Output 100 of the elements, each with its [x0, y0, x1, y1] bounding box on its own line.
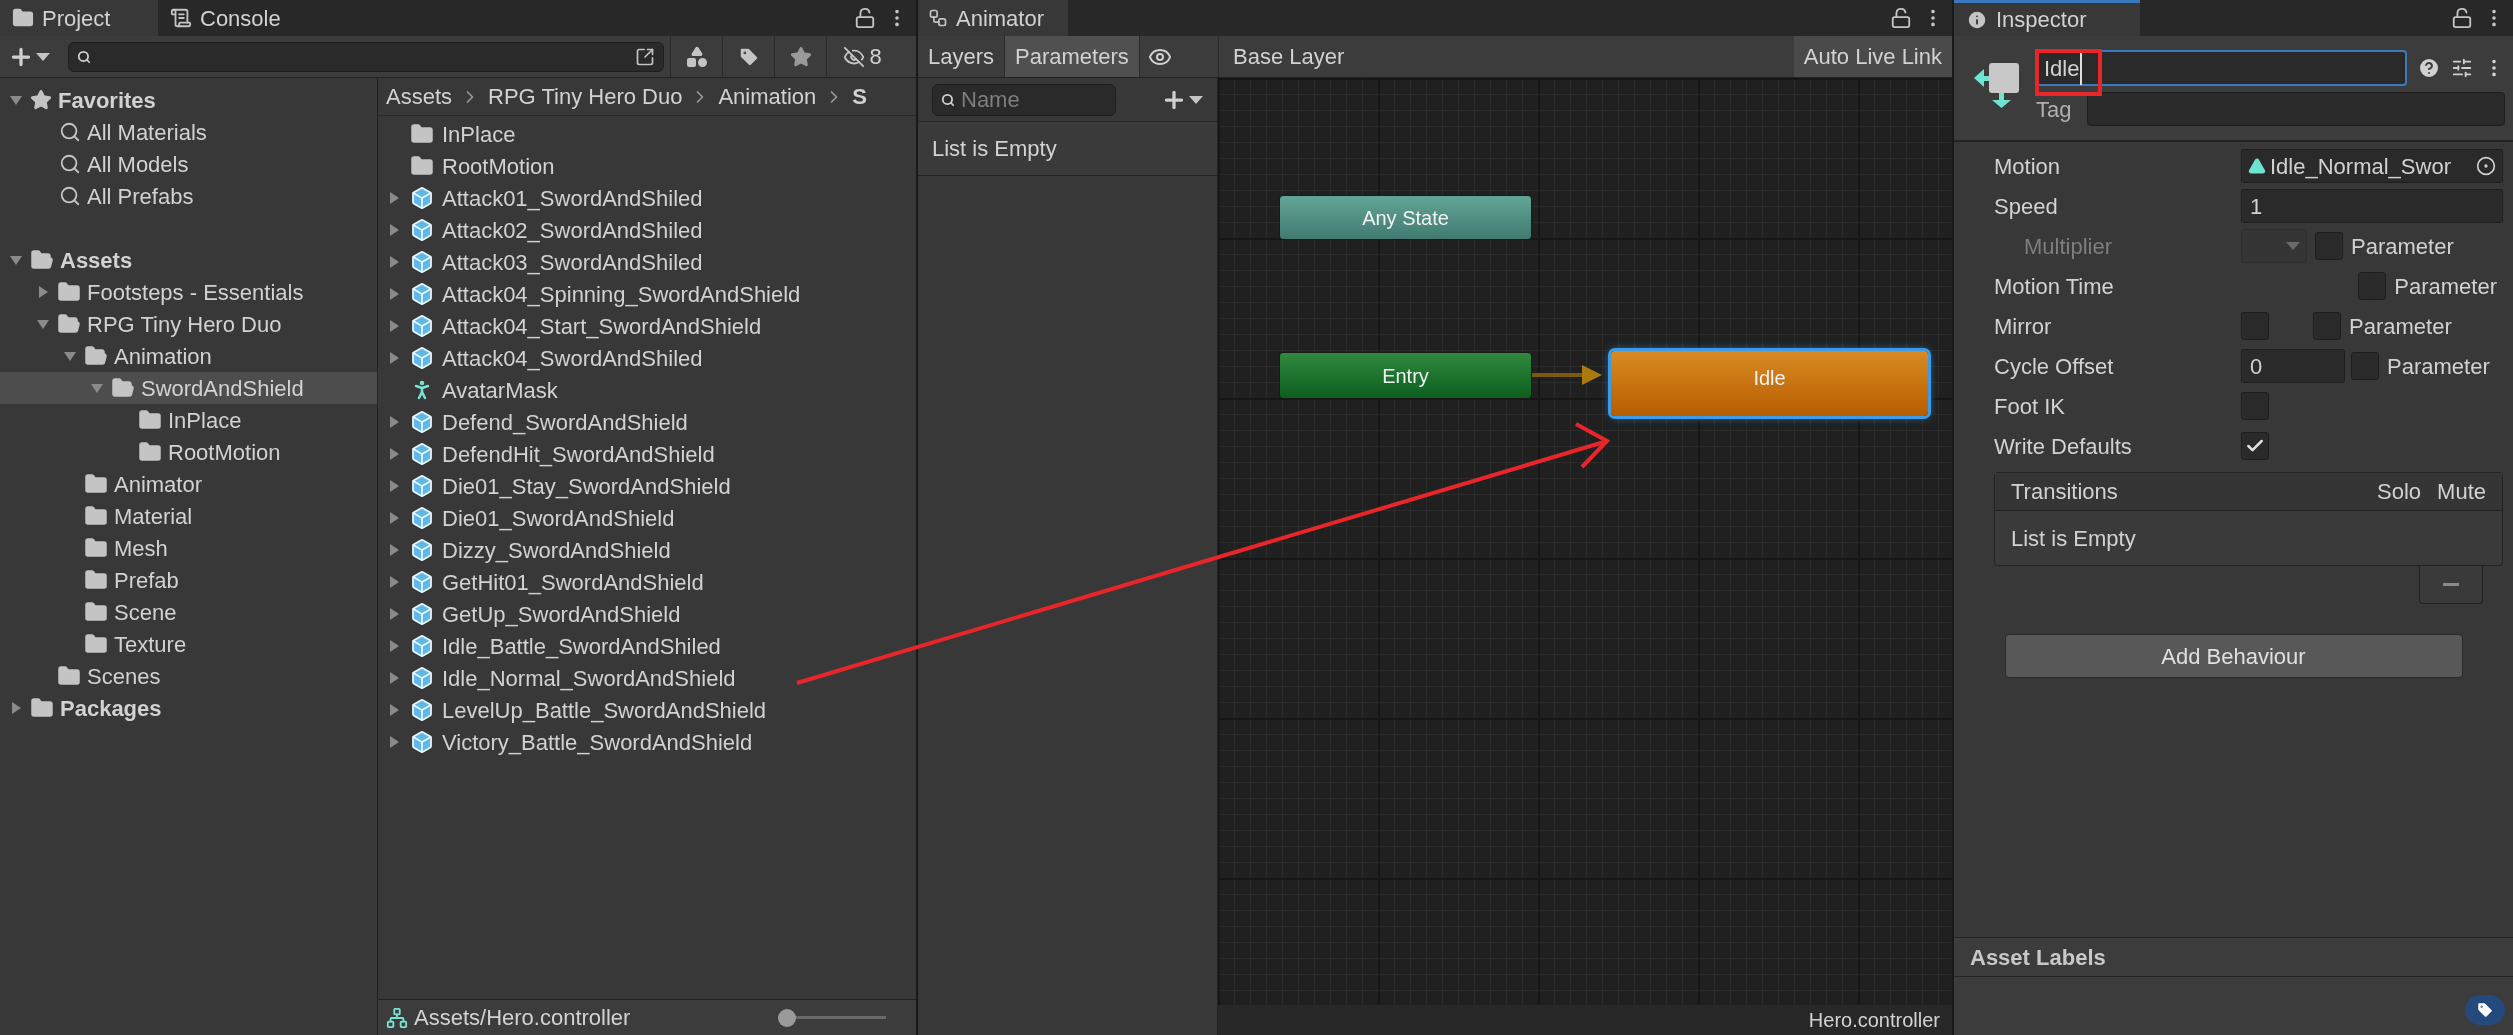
tree-item[interactable]: SwordAndShield: [0, 372, 377, 404]
checkbox[interactable]: [2241, 392, 2269, 420]
expand-arrow-icon[interactable]: [387, 223, 401, 237]
panel-tab[interactable]: Project: [0, 0, 158, 36]
subtab[interactable]: Parameters: [1005, 36, 1140, 77]
expand-arrow-icon[interactable]: [387, 639, 401, 653]
search-field[interactable]: Name: [932, 83, 1116, 116]
asset-item[interactable]: Attack04_SwordAndShiled: [378, 342, 916, 374]
expand-arrow-icon[interactable]: [387, 575, 401, 589]
expand-arrow-icon[interactable]: [36, 285, 50, 299]
zoom-slider[interactable]: [778, 1007, 886, 1028]
panel-tab[interactable]: Inspector: [1954, 0, 2140, 36]
asset-item[interactable]: RootMotion: [378, 150, 916, 182]
breadcrumb-item[interactable]: Assets: [386, 80, 453, 113]
expand-arrow-icon[interactable]: [387, 543, 401, 557]
checkbox[interactable]: [2241, 312, 2269, 340]
tree-item[interactable]: Favorites: [0, 84, 377, 116]
expand-arrow-icon[interactable]: [387, 607, 401, 621]
tree-item[interactable]: Material: [0, 500, 377, 532]
tree-item[interactable]: InPlace: [0, 404, 377, 436]
tree-item[interactable]: Mesh: [0, 532, 377, 564]
label-filter-icon[interactable]: [737, 45, 760, 68]
asset-item[interactable]: GetHit01_SwordAndShield: [378, 566, 916, 598]
checkbox[interactable]: [2313, 312, 2341, 340]
tree-item[interactable]: All Models: [0, 148, 377, 180]
expand-arrow-icon[interactable]: [387, 191, 401, 205]
help-icon[interactable]: [2417, 56, 2441, 80]
auto-live-link-button[interactable]: Auto Live Link: [1793, 36, 1952, 77]
slider-thumb[interactable]: [778, 1008, 796, 1027]
transition-arrow[interactable]: [1532, 365, 1602, 385]
lock-icon[interactable]: [1890, 7, 1912, 29]
asset-item[interactable]: Victory_Battle_SwordAndShield: [378, 726, 916, 758]
expand-arrow-icon[interactable]: [387, 735, 401, 749]
expand-icon[interactable]: [635, 46, 655, 67]
state-node[interactable]: Entry: [1279, 352, 1532, 399]
tree-item[interactable]: RootMotion: [0, 436, 377, 468]
expand-arrow-icon[interactable]: [387, 287, 401, 301]
expand-arrow-icon[interactable]: [9, 93, 23, 107]
asset-item[interactable]: Die01_Stay_SwordAndShield: [378, 470, 916, 502]
asset-item[interactable]: Defend_SwordAndShield: [378, 406, 916, 438]
star-icon[interactable]: [789, 45, 812, 68]
panel-tab[interactable]: Animator: [918, 0, 1068, 36]
tag-field[interactable]: [2087, 92, 2505, 126]
asset-item[interactable]: AvatarMask: [378, 374, 916, 406]
add-behaviour-button[interactable]: Add Behaviour: [2004, 634, 2463, 678]
checkbox[interactable]: [2241, 432, 2269, 460]
tree-item[interactable]: All Materials: [0, 116, 377, 148]
breadcrumb-item[interactable]: S: [852, 80, 867, 113]
labels-button[interactable]: [2465, 995, 2505, 1025]
asset-item[interactable]: Attack02_SwordAndShiled: [378, 214, 916, 246]
checkbox[interactable]: [2358, 272, 2387, 300]
motion-field[interactable]: Idle_Normal_Swor: [2241, 149, 2503, 183]
tree-item[interactable]: RPG Tiny Hero Duo: [0, 308, 377, 340]
expand-arrow-icon[interactable]: [387, 319, 401, 333]
asset-item[interactable]: Idle_Normal_SwordAndShield: [378, 662, 916, 694]
speed-field[interactable]: 1: [2241, 189, 2503, 223]
asset-item[interactable]: InPlace: [378, 118, 916, 150]
asset-item[interactable]: Dizzy_SwordAndShield: [378, 534, 916, 566]
object-picker-icon[interactable]: [2476, 156, 2496, 176]
tree-item[interactable]: All Prefabs: [0, 180, 377, 212]
type-filter-icon[interactable]: [684, 44, 709, 69]
lock-icon[interactable]: [854, 7, 876, 29]
tree-item[interactable]: Animation: [0, 340, 377, 372]
state-name-field[interactable]: Idle: [2036, 50, 2407, 86]
asset-item[interactable]: Idle_Battle_SwordAndShiled: [378, 630, 916, 662]
asset-item[interactable]: Attack04_Start_SwordAndShield: [378, 310, 916, 342]
checkbox[interactable]: [2351, 352, 2379, 380]
expand-arrow-icon[interactable]: [63, 349, 77, 363]
expand-arrow-icon[interactable]: [387, 351, 401, 365]
expand-arrow-icon[interactable]: [387, 703, 401, 717]
asset-item[interactable]: Attack03_SwordAndShiled: [378, 246, 916, 278]
asset-item[interactable]: Attack01_SwordAndShiled: [378, 182, 916, 214]
panel-tab[interactable]: Console: [158, 0, 308, 36]
expand-arrow-icon[interactable]: [387, 255, 401, 269]
expand-arrow-icon[interactable]: [387, 415, 401, 429]
expand-arrow-icon[interactable]: [9, 701, 23, 715]
expand-arrow-icon[interactable]: [387, 671, 401, 685]
breadcrumb-item[interactable]: RPG Tiny Hero Duo: [488, 80, 683, 113]
search-field[interactable]: [68, 41, 664, 72]
expand-arrow-icon[interactable]: [9, 253, 23, 267]
breadcrumb-item[interactable]: Animation: [718, 80, 817, 113]
tree-item[interactable]: Prefab: [0, 564, 377, 596]
asset-item[interactable]: DefendHit_SwordAndShield: [378, 438, 916, 470]
expand-arrow-icon[interactable]: [387, 511, 401, 525]
lock-icon[interactable]: [2451, 7, 2473, 29]
asset-item[interactable]: LevelUp_Battle_SwordAndShield: [378, 694, 916, 726]
tree-item[interactable]: Animator: [0, 468, 377, 500]
tree-item[interactable]: Assets: [0, 244, 377, 276]
tree-item[interactable]: Texture: [0, 628, 377, 660]
tree-item[interactable]: Footsteps - Essentials: [0, 276, 377, 308]
hidden-packages-button[interactable]: 8: [826, 36, 898, 77]
asset-item[interactable]: Attack04_Spinning_SwordAndShield: [378, 278, 916, 310]
asset-item[interactable]: GetUp_SwordAndShield: [378, 598, 916, 630]
asset-item[interactable]: Die01_SwordAndShield: [378, 502, 916, 534]
presets-icon[interactable]: [2451, 57, 2473, 79]
tree-item[interactable]: Scene: [0, 596, 377, 628]
expand-arrow-icon[interactable]: [387, 447, 401, 461]
expand-arrow-icon[interactable]: [90, 381, 104, 395]
tree-item[interactable]: Scenes: [0, 660, 377, 692]
tree-item[interactable]: Packages: [0, 692, 377, 724]
